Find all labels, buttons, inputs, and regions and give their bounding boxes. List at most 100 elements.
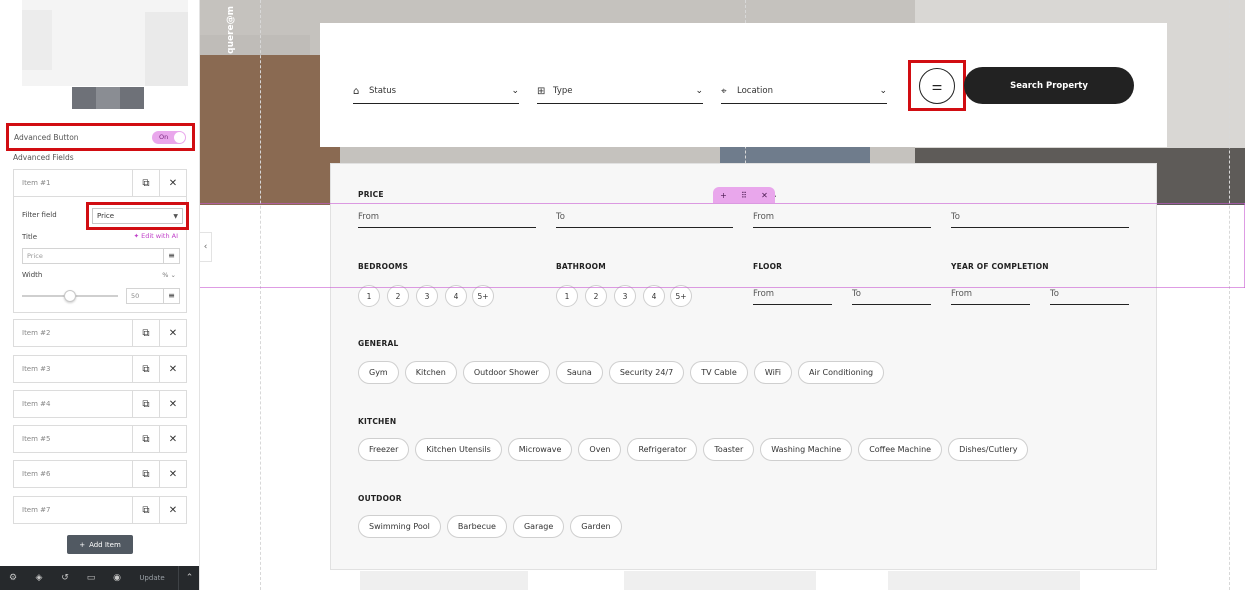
amenity-chip[interactable]: Refrigerator <box>627 438 698 461</box>
advanced-button-label: Advanced Button <box>14 132 79 142</box>
amenity-chip[interactable]: Security 24/7 <box>608 361 685 384</box>
amenity-chip[interactable]: Outdoor Shower <box>462 361 550 384</box>
close-icon[interactable]: ✕ <box>159 497 186 523</box>
amenity-chip[interactable]: TV Cable <box>690 361 748 384</box>
bathroom-chip[interactable]: 1 <box>556 285 578 307</box>
responsive-icon[interactable]: ▭ <box>78 573 104 583</box>
repeater-item-1[interactable]: Item #1 ⧉ ✕ <box>13 169 187 197</box>
history-icon[interactable]: ↺ <box>52 573 78 583</box>
repeater-item-4[interactable]: Item #4 ⧉ ✕ <box>13 390 187 418</box>
duplicate-icon[interactable]: ⧉ <box>132 426 159 452</box>
edit-with-ai-link[interactable]: ✦ Edit with AI <box>134 232 178 240</box>
repeater-item-7[interactable]: Item #7 ⧉ ✕ <box>13 496 187 524</box>
pin-icon: ⌖ <box>721 85 727 97</box>
add-item-button[interactable]: + Add Item <box>67 535 133 554</box>
dynamic-tags-icon[interactable]: ≡ <box>163 249 179 263</box>
dynamic-tags-icon[interactable]: ≡ <box>163 289 179 303</box>
amenity-chip[interactable]: Barbecue <box>446 515 507 538</box>
repeater-item-3[interactable]: Item #3 ⧉ ✕ <box>13 355 187 383</box>
grid-icon: ⊞ <box>537 85 546 97</box>
repeater-item-6[interactable]: Item #6 ⧉ ✕ <box>13 460 187 488</box>
width-input[interactable]: 50 ≡ <box>126 288 180 304</box>
duplicate-icon[interactable]: ⧉ <box>132 497 159 523</box>
guide-dashed-line <box>260 0 261 590</box>
amenity-chip[interactable]: Kitchen Utensils <box>415 438 502 461</box>
price-title: PRICE <box>358 190 384 199</box>
amenity-chip[interactable]: Freezer <box>358 438 410 461</box>
duplicate-icon[interactable]: ⧉ <box>132 170 159 196</box>
bedrooms-chip[interactable]: 4 <box>445 285 467 307</box>
close-icon[interactable]: ✕ <box>159 170 186 196</box>
repeater-item-5[interactable]: Item #5 ⧉ ✕ <box>13 425 187 453</box>
amenity-chip[interactable]: Toaster <box>703 438 755 461</box>
amenity-chip[interactable]: Gym <box>358 361 399 384</box>
bathroom-chip[interactable]: 3 <box>614 285 636 307</box>
amenity-chip[interactable]: Coffee Machine <box>858 438 943 461</box>
close-icon[interactable]: ✕ <box>159 426 186 452</box>
close-icon[interactable]: ✕ <box>159 356 186 382</box>
amenity-chip[interactable]: Oven <box>578 438 622 461</box>
collapse-panel-handle[interactable]: ‹ <box>200 232 212 262</box>
amenity-chip[interactable]: Sauna <box>555 361 603 384</box>
bedrooms-chip[interactable]: 2 <box>387 285 409 307</box>
amenity-chip[interactable]: Swimming Pool <box>358 515 441 538</box>
element-toolbar: + ⠿ ✕ <box>713 187 775 203</box>
bedrooms-chip[interactable]: 3 <box>416 285 438 307</box>
width-unit-selector[interactable]: % ⌄ <box>162 271 176 279</box>
update-button[interactable]: Update <box>130 574 174 582</box>
area-from-input[interactable]: From <box>753 212 931 228</box>
gear-icon[interactable]: ⚙ <box>0 573 26 583</box>
chevron-up-icon[interactable]: ⌃ <box>178 566 199 590</box>
eye-icon[interactable]: ◉ <box>104 573 130 583</box>
bedrooms-chip[interactable]: 5+ <box>472 285 494 307</box>
bathroom-chip[interactable]: 4 <box>643 285 665 307</box>
bathroom-chip[interactable]: 5+ <box>670 285 692 307</box>
duplicate-icon[interactable]: ⧉ <box>132 356 159 382</box>
bathroom-chip[interactable]: 2 <box>585 285 607 307</box>
duplicate-icon[interactable]: ⧉ <box>132 461 159 487</box>
drag-handle-icon[interactable]: ⠿ <box>741 191 747 200</box>
blurred-content <box>888 571 1080 590</box>
chevron-down-icon: ⌄ <box>879 86 887 96</box>
price-from-input[interactable]: From <box>358 212 536 228</box>
floor-to-input[interactable]: To <box>852 289 931 305</box>
close-icon[interactable]: ✕ <box>159 320 186 346</box>
close-icon[interactable]: ✕ <box>159 391 186 417</box>
general-title: GENERAL <box>358 339 399 348</box>
amenity-chip[interactable]: WiFi <box>753 361 793 384</box>
bedrooms-chip[interactable]: 1 <box>358 285 380 307</box>
amenity-chip[interactable]: Garage <box>512 515 565 538</box>
type-select[interactable]: ⊞ Type ⌄ <box>537 79 703 104</box>
duplicate-icon[interactable]: ⧉ <box>132 320 159 346</box>
advanced-button-toggle[interactable]: On <box>152 130 186 144</box>
area-to-input[interactable]: To <box>951 212 1129 228</box>
plus-icon[interactable]: + <box>720 191 727 200</box>
blurred-content <box>624 571 816 590</box>
close-icon[interactable]: ✕ <box>159 461 186 487</box>
filter-field-select[interactable]: Price ▼ <box>92 208 183 224</box>
amenity-chip[interactable]: Garden <box>570 515 622 538</box>
amenity-chip[interactable]: Microwave <box>507 438 573 461</box>
floor-from-input[interactable]: From <box>753 289 832 305</box>
amenity-chip[interactable]: Kitchen <box>404 361 457 384</box>
duplicate-icon[interactable]: ⧉ <box>132 391 159 417</box>
preview-thumbnail-part <box>145 12 188 86</box>
repeater-item-2[interactable]: Item #2 ⧉ ✕ <box>13 319 187 347</box>
amenity-chip[interactable]: Washing Machine <box>760 438 853 461</box>
layers-icon[interactable]: ◈ <box>26 573 52 583</box>
width-input-value: 50 <box>131 292 140 300</box>
year-to-input[interactable]: To <box>1050 289 1129 305</box>
title-input[interactable]: Price ≡ <box>22 248 180 264</box>
price-to-input[interactable]: To <box>556 212 733 228</box>
amenity-chip[interactable]: Dishes/Cutlery <box>948 438 1029 461</box>
amenity-chip[interactable]: Air Conditioning <box>798 361 885 384</box>
location-select[interactable]: ⌖ Location ⌄ <box>721 79 887 104</box>
bedrooms-title: BEDROOMS <box>358 262 409 271</box>
close-icon[interactable]: ✕ <box>761 191 768 200</box>
year-from-input[interactable]: From <box>951 289 1030 305</box>
status-select[interactable]: ⌂ Status ⌄ <box>353 79 519 104</box>
search-property-button[interactable]: Search Property <box>964 67 1134 104</box>
hero-image-floor <box>200 55 340 205</box>
width-slider-handle[interactable] <box>64 290 76 302</box>
advanced-search-button[interactable]: ⚌ <box>919 67 955 104</box>
